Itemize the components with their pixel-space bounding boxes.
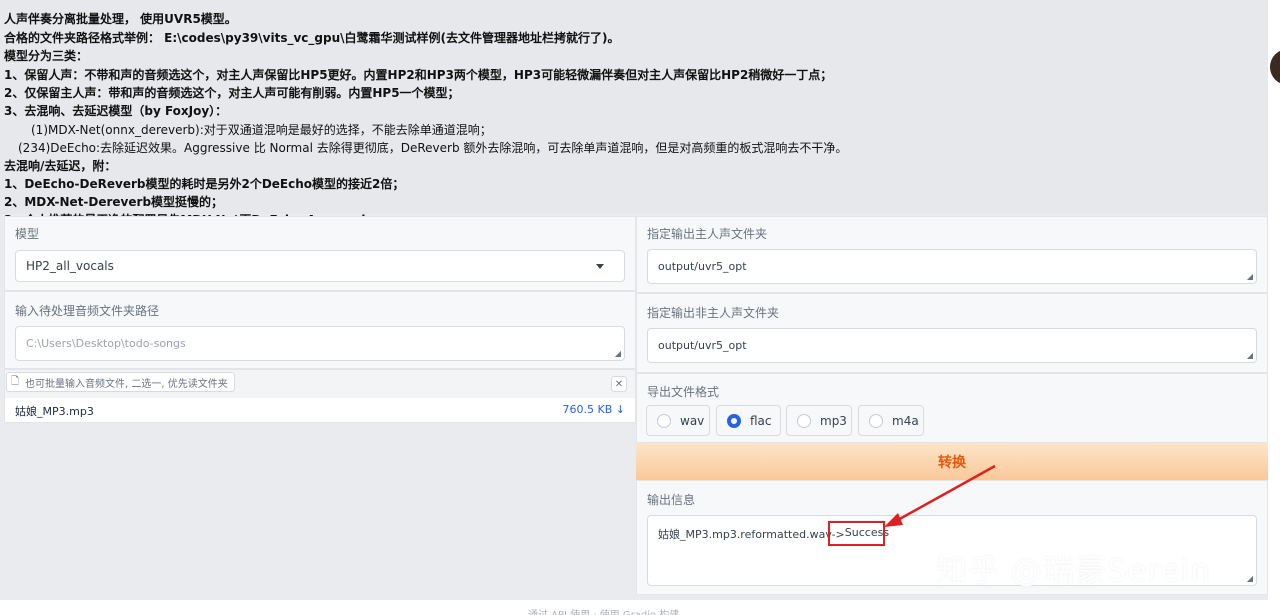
resize-handle-icon[interactable]: ◢ <box>1247 273 1253 281</box>
inst-output-label: 指定输出非主人声文件夹 <box>647 306 780 320</box>
resize-handle-icon[interactable]: ◢ <box>615 350 621 358</box>
model-select[interactable]: HP2_all_vocals <box>15 250 625 282</box>
file-icon: 🗋 <box>11 375 20 387</box>
input-dir-label: 输入待处理音频文件夹路径 <box>15 304 160 318</box>
output-info-prefix: 姑娘_MP3.mp3.reformatted.wav-> <box>658 528 845 541</box>
input-dir-field[interactable]: C:\Users\Desktop\todo-songs ◢ <box>15 326 625 361</box>
vocal-output-panel: 指定输出主人声文件夹 output/uvr5_opt ◢ <box>636 216 1268 293</box>
upload-hint: 🗋 也可批量输入音频文件, 二选一, 优先读文件夹 <box>6 372 235 392</box>
instruction-line: (1)MDX-Net(onnx_dereverb):对于双通道混响是最好的选择，… <box>31 123 492 137</box>
radio-icon <box>797 413 811 428</box>
model-label: 模型 <box>15 227 40 241</box>
instruction-line: 去混响/去延迟，附： <box>4 159 117 173</box>
instruction-line: 人声伴奏分离批量处理， 使用UVR5模型。 <box>4 12 237 26</box>
upload-hint-text: 也可批量输入音频文件, 二选一, 优先读文件夹 <box>25 378 228 390</box>
instructions-block: 人声伴奏分离批量处理， 使用UVR5模型。 合格的文件夹路径格式举例： E:\c… <box>0 0 1268 227</box>
model-panel: 模型 HP2_all_vocals <box>4 216 636 291</box>
watermark: 知乎 @瑞豪Serein <box>936 553 1212 589</box>
avatar[interactable] <box>1270 49 1280 85</box>
vocal-output-field[interactable]: output/uvr5_opt ◢ <box>647 249 1257 284</box>
model-select-value: HP2_all_vocals <box>26 259 114 273</box>
instruction-line: 3、去混响、去延迟模型（by FoxJoy）： <box>4 104 228 118</box>
format-option-label: wav <box>680 413 705 428</box>
file-list-item: 姑娘_MP3.mp3 760.5 KB ↓ <box>5 398 635 422</box>
resize-handle-icon[interactable]: ◢ <box>1247 352 1253 360</box>
inst-output-value: output/uvr5_opt <box>658 339 747 352</box>
file-download-link[interactable]: 760.5 KB ↓ <box>563 403 625 416</box>
annotation-highlight-box <box>828 521 885 546</box>
instruction-line: 1、保留人声：不带和声的音频选这个，对主人声保留比HP5更好。内置HP2和HP3… <box>4 68 833 82</box>
input-dir-panel: 输入待处理音频文件夹路径 C:\Users\Desktop\todo-songs… <box>4 291 636 369</box>
app-frame: 人声伴奏分离批量处理， 使用UVR5模型。 合格的文件夹路径格式举例： E:\c… <box>0 0 1268 600</box>
inst-output-field[interactable]: output/uvr5_opt ◢ <box>647 328 1257 363</box>
file-upload-panel[interactable]: 🗋 也可批量输入音频文件, 二选一, 优先读文件夹 ✕ 姑娘_MP3.mp3 7… <box>4 369 636 423</box>
format-radio-wav[interactable]: wav <box>646 405 710 436</box>
format-radio-mp3[interactable]: mp3 <box>786 405 852 436</box>
instruction-line: (234)DeEcho:去除延迟效果。Aggressive 比 Normal 去… <box>18 141 848 155</box>
output-info-label: 输出信息 <box>647 493 696 507</box>
format-option-label: flac <box>750 413 772 428</box>
footer-text: 通过 API 使用 · 使用 Gradio 构建 <box>528 606 679 615</box>
format-option-label: m4a <box>892 413 919 428</box>
instruction-line: 2、MDX-Net-Dereverb模型挺慢的； <box>4 195 224 209</box>
instruction-line: 模型分为三类： <box>4 49 89 63</box>
format-radio-m4a[interactable]: m4a <box>858 405 924 436</box>
format-option-label: mp3 <box>820 413 847 428</box>
vocal-output-label: 指定输出主人声文件夹 <box>647 227 768 241</box>
instruction-line: 2、仅保留主人声：带和声的音频选这个，对主人声可能有削弱。内置HP5一个模型； <box>4 86 460 100</box>
chevron-down-icon <box>596 264 604 269</box>
radio-icon <box>869 413 883 428</box>
inst-output-panel: 指定输出非主人声文件夹 output/uvr5_opt ◢ <box>636 293 1268 373</box>
radio-checked-icon <box>727 413 741 428</box>
vocal-output-value: output/uvr5_opt <box>658 260 747 273</box>
resize-handle-icon[interactable]: ◢ <box>1247 575 1253 583</box>
format-radio-flac[interactable]: flac <box>716 405 781 436</box>
format-label: 导出文件格式 <box>647 385 720 399</box>
radio-icon <box>657 413 671 428</box>
input-dir-placeholder: C:\Users\Desktop\todo-songs <box>26 337 186 350</box>
download-arrow-icon: ↓ <box>615 403 625 416</box>
file-name: 姑娘_MP3.mp3 <box>15 405 94 418</box>
instruction-line: 合格的文件夹路径格式举例： E:\codes\py39\vits_vc_gpu\… <box>4 31 620 45</box>
convert-button[interactable]: 转换 <box>636 443 1268 480</box>
instruction-line: 1、DeEcho-DeReverb模型的耗时是另外2个DeEcho模型的接近2倍… <box>4 177 405 191</box>
close-icon[interactable]: ✕ <box>611 376 627 392</box>
file-size: 760.5 KB <box>562 403 613 416</box>
